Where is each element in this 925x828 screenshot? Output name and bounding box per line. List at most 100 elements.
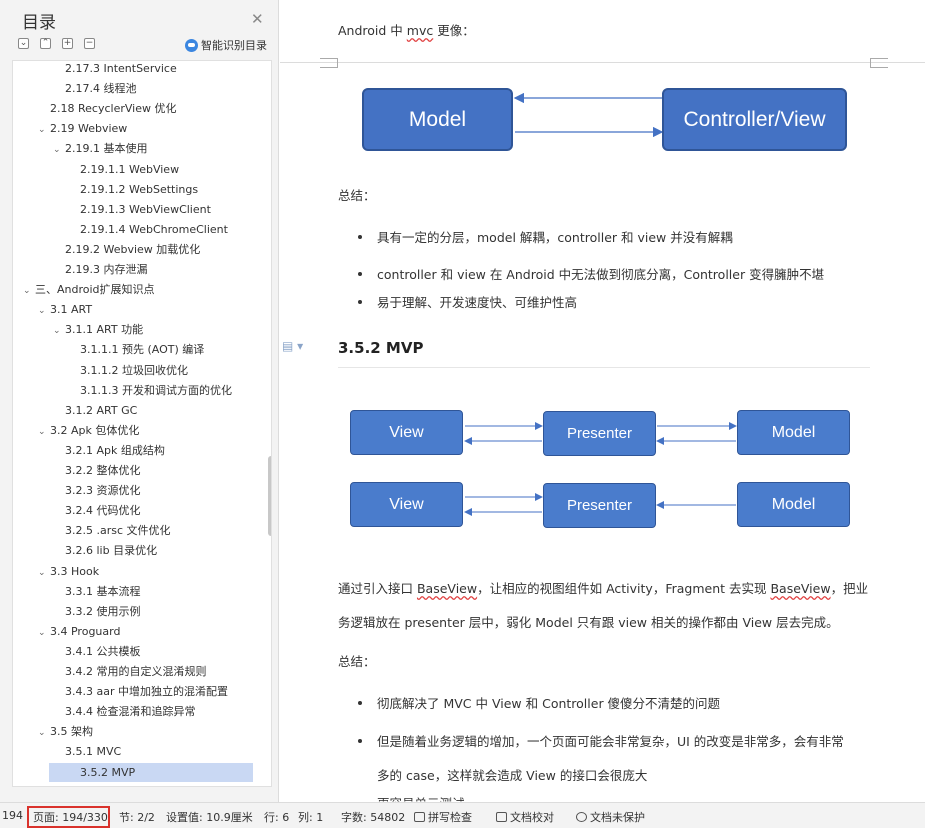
text-run-misspelled: BaseView [416, 581, 478, 596]
toc-item-label: 3.5 架构 [50, 725, 93, 739]
status-setting[interactable]: 设置值: 10.9厘米 [166, 809, 253, 825]
status-left-number: 194 [2, 809, 23, 822]
chevron-down-icon[interactable]: ⌄ [38, 302, 50, 321]
scrollbar-thumb[interactable] [268, 456, 271, 536]
toc-item[interactable]: 3.2.2 整体优化 [13, 461, 258, 480]
proofread-button[interactable]: 文档校对 [496, 809, 554, 825]
toc-item-label: 3.3.2 使用示例 [65, 604, 141, 618]
toc-item-label: 3.1.1.3 开发和调试方面的优化 [80, 383, 232, 397]
toc-item[interactable]: 3.1.1.1 预先 (AOT) 编译 [13, 340, 258, 359]
document-protection-button[interactable]: 文档未保护 [576, 809, 645, 825]
chevron-down-icon[interactable]: ⌄ [38, 724, 50, 743]
toc-item[interactable]: 3.4.2 常用的自定义混淆规则 [13, 662, 258, 681]
toc-item[interactable]: 3.2.6 lib 目录优化 [13, 541, 258, 560]
outline-title: 目录 [22, 13, 56, 33]
remove-heading-icon[interactable]: − [84, 38, 95, 49]
toc-item[interactable]: ⌄ 3.3 Hook [13, 562, 258, 581]
toc-item-label: 3.4.3 aar 中增加独立的混淆配置 [65, 685, 228, 699]
toc-item[interactable]: 3.5.1 MVC [13, 742, 258, 761]
toc-item[interactable]: 3.4.3 aar 中增加独立的混淆配置 [13, 682, 258, 701]
toc-item-label: 3.2.3 资源优化 [65, 484, 141, 498]
toc-item-label: 3.3 Hook [50, 564, 100, 578]
toc-item[interactable]: 2.19.1.4 WebChromeClient [13, 220, 258, 239]
toc-item[interactable]: 2.17.3 IntentService [13, 61, 258, 78]
toc-item-label: 3.1.1.2 垃圾回收优化 [80, 363, 188, 377]
bullet-text: 但是随着业务逻辑的增加，一个页面可能会非常复杂，UI 的改变是非常多，会有非常 [377, 734, 844, 749]
toc-item[interactable]: 2.19.1.3 WebViewClient [13, 200, 258, 219]
toc-item-label: 2.19.1.2 WebSettings [80, 182, 199, 196]
toc-item-label: 3.2.6 lib 目录优化 [65, 544, 158, 558]
status-section[interactable]: 节: 2/2 [119, 809, 155, 825]
toc-item[interactable]: 3.3.1 基本流程 [13, 582, 258, 601]
toc-item-label: 2.19.2 Webview 加载优化 [65, 242, 201, 256]
toc-item-label: 3.1 ART [50, 303, 93, 317]
toc-item[interactable]: ⌄ 2.19.1 基本使用 [13, 139, 258, 158]
status-page[interactable]: 页面: 194/330 [33, 809, 108, 825]
chevron-down-icon[interactable]: ⌄ [53, 141, 65, 160]
smart-outline-button[interactable]: 智能识别目录 [185, 37, 267, 53]
toc-item[interactable]: 3.2.1 Apk 组成结构 [13, 441, 258, 460]
spell-check-button[interactable]: 拼写检查 [414, 809, 472, 825]
status-row: 行: 6 [264, 811, 290, 824]
toc-item[interactable]: 3.5.2 MVP [49, 762, 253, 782]
toc-item[interactable]: ⌄ 3.2 Apk 包体优化 [13, 421, 258, 440]
chevron-down-icon[interactable]: ⌄ [38, 564, 50, 583]
toc-item-label: 3.2.4 代码优化 [65, 504, 141, 518]
close-icon[interactable]: ✕ [251, 10, 264, 28]
toc-item[interactable]: ⌄ 3.4 Proguard [13, 622, 258, 641]
paragraph-marker-icon[interactable]: ▤ ▾ [282, 339, 303, 353]
toc-item-label: 3.4.2 常用的自定义混淆规则 [65, 665, 207, 678]
toc-item-label: 3.2.5 .arsc 文件优化 [65, 524, 171, 538]
summary-label: 总结： [338, 188, 376, 203]
toc-item-label: 2.19 Webview [50, 122, 128, 136]
chevron-down-icon[interactable]: ⌄ [38, 624, 50, 643]
expand-up-icon[interactable]: ⌃ [40, 38, 51, 49]
chevron-down-icon[interactable]: ⌄ [38, 121, 50, 140]
section-heading: 3.5.2 MVP [338, 339, 424, 357]
toc-item[interactable]: 3.3.2 使用示例 [13, 602, 258, 621]
toc-item-label: 2.17.4 线程池 [65, 82, 137, 96]
toc-item-label: 2.19.3 内存泄漏 [65, 263, 148, 276]
toc-item-label: 2.19.1.4 WebChromeClient [80, 222, 228, 236]
bullet-text: 具有一定的分层，model 解耦，controller 和 view 并没有解耦 [377, 230, 733, 245]
proofread-icon [496, 812, 507, 822]
toc-item-label: 3.4 Proguard [50, 624, 121, 638]
toc-item[interactable]: ⌄ 3.5 架构 [13, 722, 258, 741]
status-bar: 194 页面: 194/330 节: 2/2 设置值: 10.9厘米 行: 6 … [0, 802, 925, 828]
toc-item[interactable]: 3.1.2 ART GC [13, 401, 258, 420]
smart-outline-label: 智能识别目录 [201, 39, 267, 52]
toc-item[interactable]: 3.4.4 检查混淆和追踪异常 [13, 702, 258, 721]
toc-item[interactable]: 3.1.1.2 垃圾回收优化 [13, 361, 258, 380]
chevron-down-icon[interactable]: ⌄ [53, 322, 65, 341]
toc-item[interactable]: 3.2.3 资源优化 [13, 481, 258, 500]
shield-icon [576, 812, 587, 822]
status-word-count[interactable]: 字数: 54802 [341, 809, 405, 825]
toc-item-label: 3.5.1 MVC [65, 745, 122, 759]
toc-item[interactable]: ⌄ 2.19 Webview [13, 119, 258, 138]
bullet-text: 彻底解决了 MVC 中 View 和 Controller 傻傻分不清楚的问题 [377, 696, 721, 711]
toc-list[interactable]: 2.17.3 IntentService 2.17.4 线程池 2.18 Recyc… [12, 60, 272, 787]
toc-item[interactable]: 3.1.1.3 开发和调试方面的优化 [13, 381, 258, 400]
toc-item[interactable]: ⌄ 三、Android扩展知识点 [13, 280, 258, 299]
summary-label: 总结： [338, 654, 376, 669]
chevron-down-icon[interactable]: ⌄ [38, 423, 50, 442]
toc-item[interactable]: 3.2.4 代码优化 [13, 501, 258, 520]
toc-item[interactable]: 3.2.5 .arsc 文件优化 [13, 521, 258, 540]
toc-item[interactable]: ⌄ 3.1 ART [13, 300, 258, 319]
text-run-misspelled: BaseView [770, 581, 831, 596]
add-heading-icon[interactable]: + [62, 38, 73, 49]
mvp-presenter-box: Presenter [543, 483, 656, 528]
document-page: Android 中 mvc 更像： Model Controller/View … [280, 0, 925, 802]
toc-item[interactable]: 2.19.3 内存泄漏 [13, 260, 258, 279]
toc-item-label: 3.5.2 MVP [80, 765, 136, 779]
toc-item[interactable]: 2.19.1.2 WebSettings [13, 180, 258, 199]
toc-item[interactable]: ⌄ 3.1.1 ART 功能 [13, 320, 258, 339]
toc-item[interactable]: 2.17.4 线程池 [13, 79, 258, 98]
toc-item[interactable]: 2.19.1.1 WebView [13, 160, 258, 179]
mvp-view-box: View [350, 482, 463, 527]
toc-item[interactable]: 2.19.2 Webview 加载优化 [13, 240, 258, 259]
toc-item[interactable]: 2.18 RecyclerView 优化 [13, 99, 258, 118]
toc-item[interactable]: 3.4.1 公共模板 [13, 642, 258, 661]
collapse-all-icon[interactable]: ⌄ [18, 38, 29, 49]
chevron-down-icon[interactable]: ⌄ [23, 282, 35, 301]
